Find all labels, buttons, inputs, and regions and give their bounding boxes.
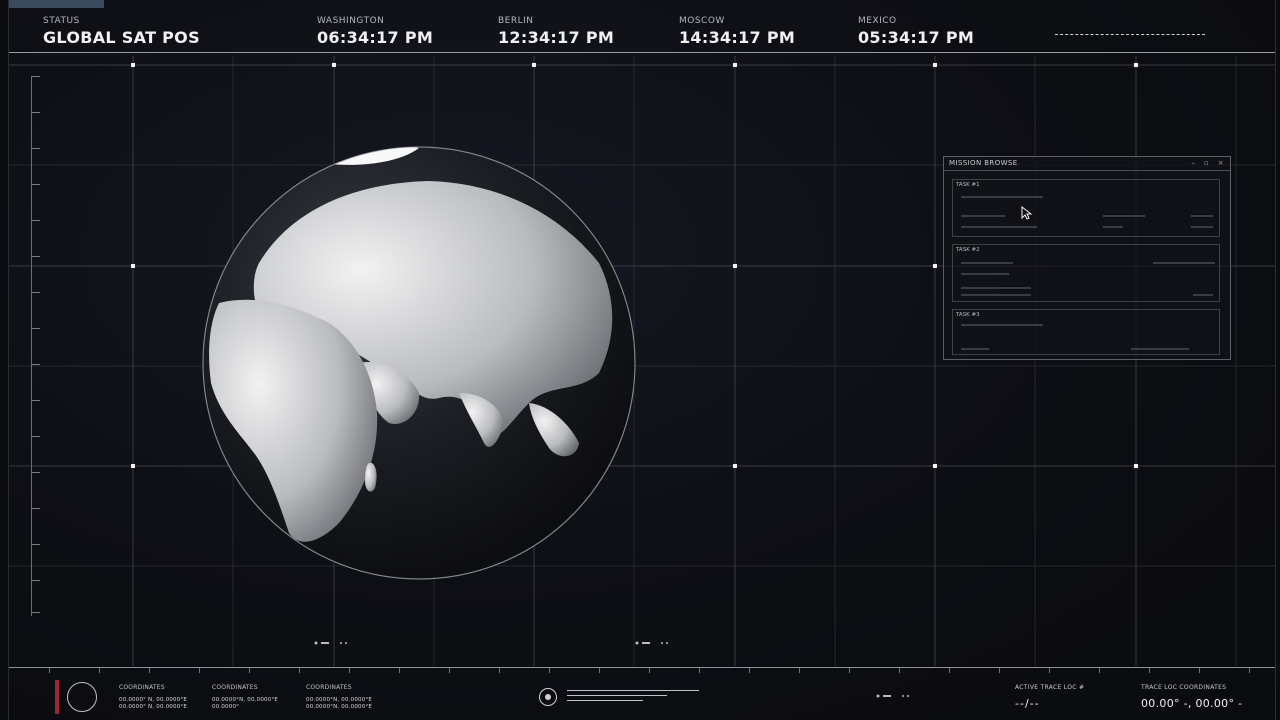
active-trace-value: --/-- (1015, 697, 1040, 710)
mouse-cursor-icon (1021, 206, 1033, 220)
trace-coords-value: 00.00° -, 00.00° - (1141, 697, 1243, 710)
indicator-dots-right (635, 641, 668, 645)
minimize-icon[interactable]: – (1191, 159, 1195, 167)
clock-moscow: MOSCOW 14:34:17 PM (679, 16, 795, 47)
trace-coordinates-block: TRACE LOC COORDINATES 00.00° -, 00.00° - (1141, 684, 1242, 710)
header-dashed-line (1055, 34, 1205, 35)
task-card-2[interactable]: TASK #2 (952, 244, 1220, 302)
indicator-dots-left (314, 641, 347, 645)
task-card-1[interactable]: TASK #1 (952, 179, 1220, 237)
header-bar: STATUS GLOBAL SAT POS WASHINGTON 06:34:1… (9, 0, 1275, 53)
target-icon[interactable] (539, 688, 557, 706)
clock-city: WASHINGTON (317, 16, 385, 26)
earth-globe[interactable] (199, 143, 639, 583)
task-card-3[interactable]: TASK #3 (952, 309, 1220, 355)
panel-title-bar[interactable]: MISSION BROWSE – ▫ × (944, 157, 1230, 171)
task-placeholder-lines (961, 262, 1215, 296)
clock-mexico: MEXICO 05:34:17 PM (858, 16, 974, 47)
close-icon[interactable]: × (1218, 159, 1224, 167)
panel-title: MISSION BROWSE (949, 159, 1018, 167)
vertical-ruler (31, 76, 46, 616)
clock-city: MOSCOW (679, 16, 725, 26)
task-label: TASK #3 (956, 312, 980, 318)
signal-lines (567, 690, 699, 705)
maximize-icon[interactable]: ▫ (1204, 159, 1209, 167)
clock-city: BERLIN (498, 16, 534, 26)
clock-berlin: BERLIN 12:34:17 PM (498, 16, 614, 47)
coord-line: 00.0000°N, 00.0000°E (306, 704, 373, 710)
radar-circle-icon[interactable] (67, 682, 97, 712)
task-placeholder-lines (961, 324, 1189, 350)
footer-indicator-dots (876, 694, 909, 698)
coord-line: 00.0000° (212, 704, 240, 710)
active-trace-block: ACTIVE TRACE LOC # --/-- (1015, 684, 1084, 710)
coord-header: COORDINATES (306, 684, 352, 691)
footer-ruler (9, 668, 1275, 674)
clock-time: 14:34:17 PM (679, 28, 796, 47)
alert-indicator (55, 680, 59, 714)
active-trace-label: ACTIVE TRACE LOC # (1015, 684, 1085, 691)
status-value: GLOBAL SAT POS (43, 28, 200, 47)
coord-header: COORDINATES (212, 684, 258, 691)
coordinates-block-1: COORDINATES 00.0000° N, 00.0000°E 00.000… (119, 684, 187, 710)
trace-coords-label: TRACE LOC COORDINATES (1141, 684, 1227, 691)
clock-washington: WASHINGTON 06:34:17 PM (317, 16, 433, 47)
coord-line: 00.0000°N, 00.0000°E (306, 697, 373, 703)
panel-window-controls: – ▫ × (1185, 157, 1224, 170)
status-block: STATUS GLOBAL SAT POS (43, 16, 200, 47)
coord-line: 00.0000° N, 00.0000°E (119, 704, 188, 710)
hud-frame: STATUS GLOBAL SAT POS WASHINGTON 06:34:1… (8, 0, 1276, 720)
mission-browse-panel[interactable]: MISSION BROWSE – ▫ × TASK #1 TASK #2 TAS… (943, 156, 1231, 360)
clock-time: 05:34:17 PM (858, 28, 975, 47)
footer-bar: COORDINATES 00.0000° N, 00.0000°E 00.000… (9, 667, 1275, 720)
status-label: STATUS (43, 16, 80, 26)
task-label: TASK #2 (956, 247, 980, 253)
clock-city: MEXICO (858, 16, 897, 26)
coordinates-block-2: COORDINATES 00.0000°N, 00.0000°E 00.0000… (212, 684, 278, 710)
clock-time: 12:34:17 PM (498, 28, 615, 47)
coordinates-block-3: COORDINATES 00.0000°N, 00.0000°E 00.0000… (306, 684, 372, 710)
coord-line: 00.0000° N, 00.0000°E (119, 697, 188, 703)
task-label: TASK #1 (956, 182, 980, 188)
clock-time: 06:34:17 PM (317, 28, 434, 47)
coord-header: COORDINATES (119, 684, 165, 691)
coord-line: 00.0000°N, 00.0000°E (212, 697, 279, 703)
task-placeholder-lines (961, 196, 1213, 228)
